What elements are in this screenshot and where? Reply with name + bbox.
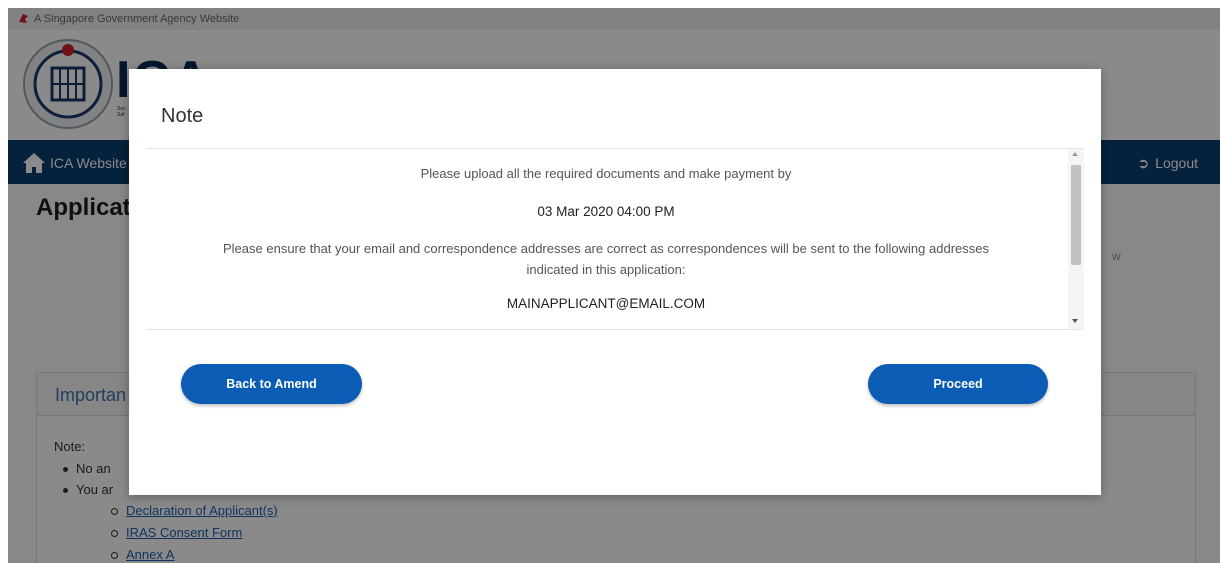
note-modal: Note Please upload all the required docu…	[129, 69, 1101, 495]
scrollbar-thumb[interactable]	[1071, 165, 1081, 265]
upload-instruction-text: Please upload all the required documents…	[420, 166, 792, 181]
address-notice-text: Please ensure that your email and corres…	[223, 241, 989, 256]
scroll-up-arrow-icon[interactable]	[1072, 152, 1078, 156]
scroll-down-arrow-icon[interactable]	[1072, 319, 1078, 323]
address-notice-text-cont: indicated in this application:	[526, 262, 686, 277]
proceed-button[interactable]: Proceed	[868, 364, 1048, 404]
applicant-email: MAINAPPLICANT@EMAIL.COM	[506, 296, 706, 311]
modal-body: Please upload all the required documents…	[146, 148, 1084, 330]
modal-title: Note	[161, 105, 204, 127]
modal-scrollbar[interactable]	[1068, 149, 1084, 329]
payment-deadline: 03 Mar 2020 04:00 PM	[537, 204, 675, 219]
back-to-amend-button[interactable]: Back to Amend	[181, 364, 362, 404]
